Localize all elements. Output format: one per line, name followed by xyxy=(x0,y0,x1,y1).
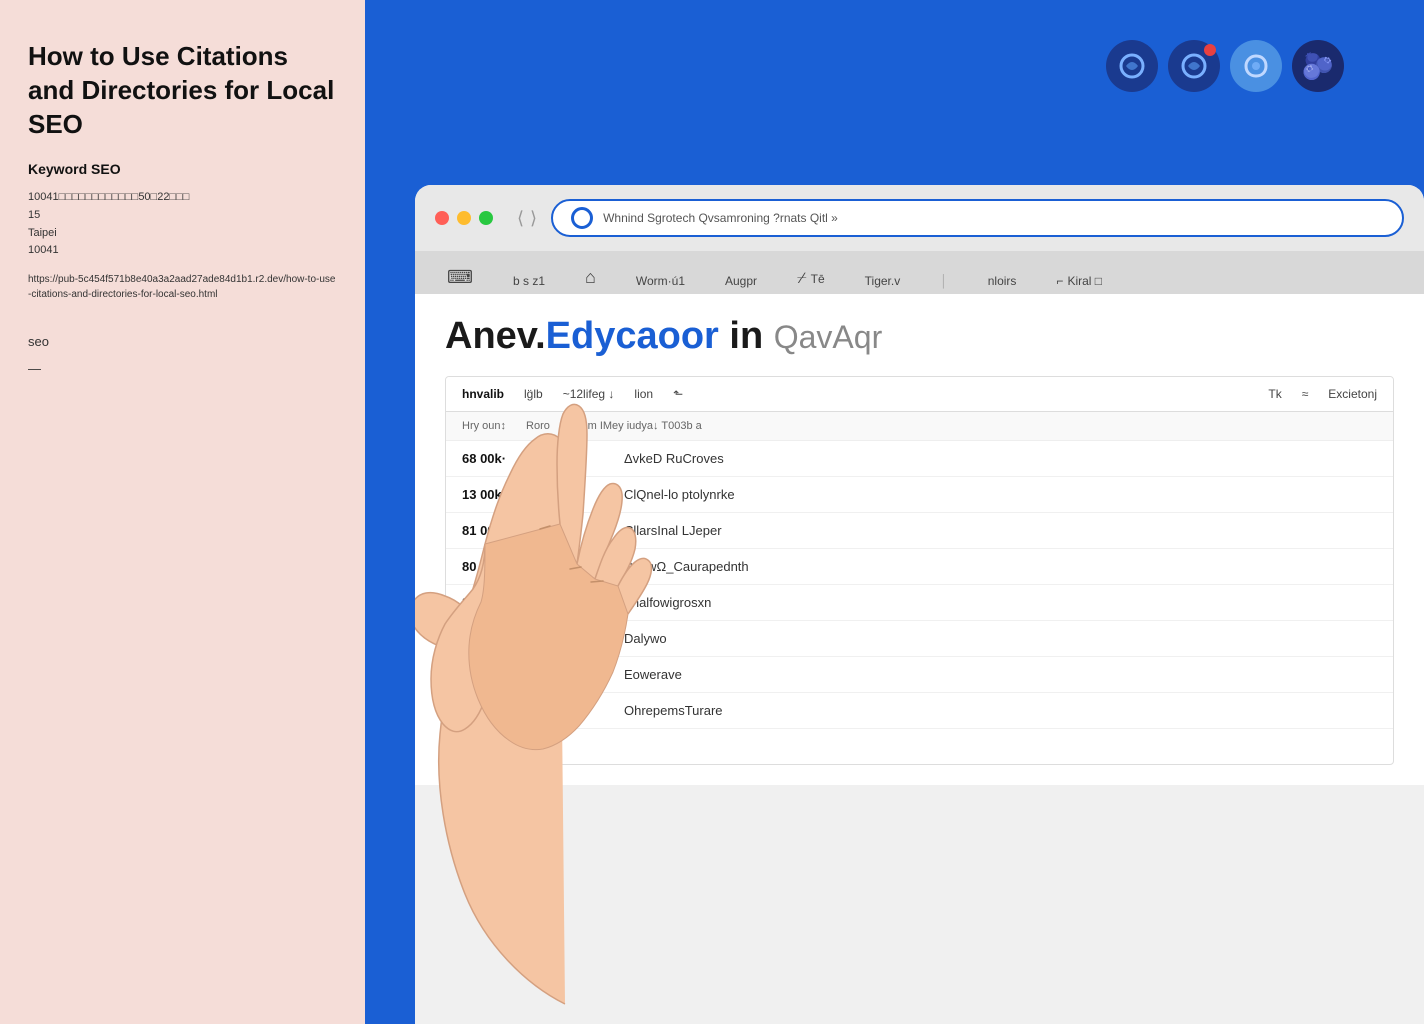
row-desc-1: ClQnel-lo ptolynrke xyxy=(624,487,1377,502)
tab-0[interactable]: ⌨ xyxy=(435,261,485,294)
row-rank-5: 17 00k· xyxy=(462,631,532,646)
table-row: 80 00k· BylX PonwΩ_Caurapednth xyxy=(446,549,1393,585)
row-rank-3: 80 00k· xyxy=(462,559,532,574)
row-desc-7: OhrepemsTurare xyxy=(624,703,1377,718)
heading-part4: QavAqr xyxy=(774,319,882,355)
maximize-button[interactable] xyxy=(479,211,493,225)
article-title: How to Use Citations and Directories for… xyxy=(28,40,337,141)
address-bar[interactable]: Whnind Sgrotech Qvsamroning ?rnats Qitl … xyxy=(551,199,1404,237)
col-header-2[interactable]: ~12lifeg ↓ xyxy=(563,387,615,401)
tab-2[interactable]: ⌂ xyxy=(573,261,608,294)
sidebar: How to Use Citations and Directories for… xyxy=(0,0,365,1024)
row-name-1: ByrX xyxy=(548,487,608,502)
row-rank-6: 32 00k· xyxy=(462,667,532,682)
icon-circle-2 xyxy=(1168,40,1220,92)
table-row: 82 00k· Bury Ɛhalfowigrosxn xyxy=(446,585,1393,621)
col-header-1[interactable]: lg̈lb xyxy=(524,387,543,401)
icon-circle-3 xyxy=(1230,40,1282,92)
tab-tiger[interactable]: Tiger.v xyxy=(853,268,913,294)
close-button[interactable] xyxy=(435,211,449,225)
row-desc-6: Eowerave xyxy=(624,667,1377,682)
table-row: 81 00k· EgrY CllarsInal LJeper xyxy=(446,513,1393,549)
browser-tabs: ⌨ b s z1 ⌂ Worm·ú1 Augpr ⌿ Tē Tiger.v │ … xyxy=(415,251,1424,294)
top-icons-area: 🫐 xyxy=(1106,40,1344,92)
row-rank-2: 81 00k· xyxy=(462,523,532,538)
browser-window: ⟨ ⟩ Whnind Sgrotech Qvsamroning ?rnats Q… xyxy=(415,185,1424,1024)
row-name-0: Eory xyxy=(548,451,608,466)
sidebar-tag: seo xyxy=(28,334,337,349)
tab-1[interactable]: b s z1 xyxy=(501,268,557,294)
row-desc-3: PonwΩ_Caurapednth xyxy=(624,559,1377,574)
tab-nloirs[interactable]: nloirs xyxy=(976,268,1029,294)
sub-col-0: Hry oun↕ xyxy=(462,420,506,432)
row-rank-8: 8F 00k· xyxy=(462,739,532,754)
table-row: 17 00k· RylX Dalywo xyxy=(446,621,1393,657)
sidebar-meta: 10041□□□□□□□□□□□□50□22□□□ 15 Taipei 1004… xyxy=(28,189,337,259)
table-subheader: Hry oun↕ Roro I sem IMey iudya↓ T003b a xyxy=(446,412,1393,441)
sidebar-dash: — xyxy=(28,361,337,376)
traffic-lights xyxy=(435,211,493,225)
tab-augpr[interactable]: Augpr xyxy=(713,268,769,294)
browser-chrome: ⟨ ⟩ Whnind Sgrotech Qvsamroning ?rnats Q… xyxy=(415,185,1424,251)
browser-icon xyxy=(571,207,593,229)
tab-worm[interactable]: Worm·ú1 xyxy=(624,268,697,294)
row-desc-2: CllarsInal LJeper xyxy=(624,523,1377,538)
row-rank-0: 68 00k· xyxy=(462,451,532,466)
address-text: Whnind Sgrotech Qvsamroning ?rnats Qitl … xyxy=(603,211,1384,225)
keyword-label: Keyword SEO xyxy=(28,161,337,177)
row-desc-5: Dalywo xyxy=(624,631,1377,646)
row-rank-7: S0 00k· xyxy=(462,703,532,718)
content-heading: Anev.Edycaoor in QavAqr xyxy=(445,314,1394,360)
row-name-3: BylX xyxy=(548,559,608,574)
main-area: 🫐 ⟨ ⟩ Whnind Sgrotech Qvsamroning ?rnats… xyxy=(365,0,1424,1024)
heading-part1: Anev. xyxy=(445,315,546,357)
col-header-3[interactable]: lion xyxy=(634,387,653,401)
sub-col-1: Roro xyxy=(526,420,550,432)
row-desc-0: ΔvkeD RuCroves xyxy=(624,451,1377,466)
row-name-6: Bory xyxy=(548,667,608,682)
table-row: S0 00k· Nill. OhrepemsTurare xyxy=(446,693,1393,729)
table-row: 13 00k→ ByrX ClQnel-lo ptolynrke xyxy=(446,477,1393,513)
sidebar-url: https://pub-5c454f571b8e40a3a2aad27ade84… xyxy=(28,272,337,302)
table-header: hnvalib lg̈lb ~12lifeg ↓ lion ⬑ Tk ≈ Exc… xyxy=(446,377,1393,412)
tab-kiral[interactable]: ⌐Kiral □ xyxy=(1044,268,1114,294)
icon-circle-1 xyxy=(1106,40,1158,92)
data-table: hnvalib lg̈lb ~12lifeg ↓ lion ⬑ Tk ≈ Exc… xyxy=(445,376,1394,765)
row-name-7: Nill. xyxy=(548,703,608,718)
row-name-4: Bury xyxy=(548,595,608,610)
col-header-4: ⬑ xyxy=(673,387,683,401)
tab-te[interactable]: ⌿ Tē xyxy=(785,264,837,294)
table-row: 68 00k· Eory ΔvkeD RuCroves xyxy=(446,441,1393,477)
heading-part3: in xyxy=(719,315,763,357)
col-header-8[interactable]: Excietonj xyxy=(1328,387,1377,401)
col-header-6[interactable]: Tk xyxy=(1268,387,1281,401)
browser-content: Anev.Edycaoor in QavAqr hnvalib lg̈lb ~1… xyxy=(415,294,1424,785)
col-header-0[interactable]: hnvalib xyxy=(462,387,504,401)
nav-buttons: ⟨ ⟩ xyxy=(517,208,537,229)
row-rank-1: 13 00k→ xyxy=(462,487,532,502)
minimize-button[interactable] xyxy=(457,211,471,225)
col-header-7[interactable]: ≈ xyxy=(1302,387,1309,401)
table-row: 8F 00k· xyxy=(446,729,1393,764)
table-row: 32 00k· Bory Eowerave xyxy=(446,657,1393,693)
heading-part2: Edycaoor xyxy=(546,315,719,357)
tab-separator: │ xyxy=(928,268,960,294)
sub-col-2: I sem IMey iudya↓ T003b a xyxy=(570,420,702,432)
forward-icon[interactable]: ⟩ xyxy=(530,208,537,229)
row-name-5: RylX xyxy=(548,631,608,646)
back-icon[interactable]: ⟨ xyxy=(517,208,524,229)
icon-dark: 🫐 xyxy=(1292,40,1344,92)
row-rank-4: 82 00k· xyxy=(462,595,532,610)
row-name-2: EgrY xyxy=(548,523,608,538)
row-desc-4: Ɛhalfowigrosxn xyxy=(624,595,1377,610)
